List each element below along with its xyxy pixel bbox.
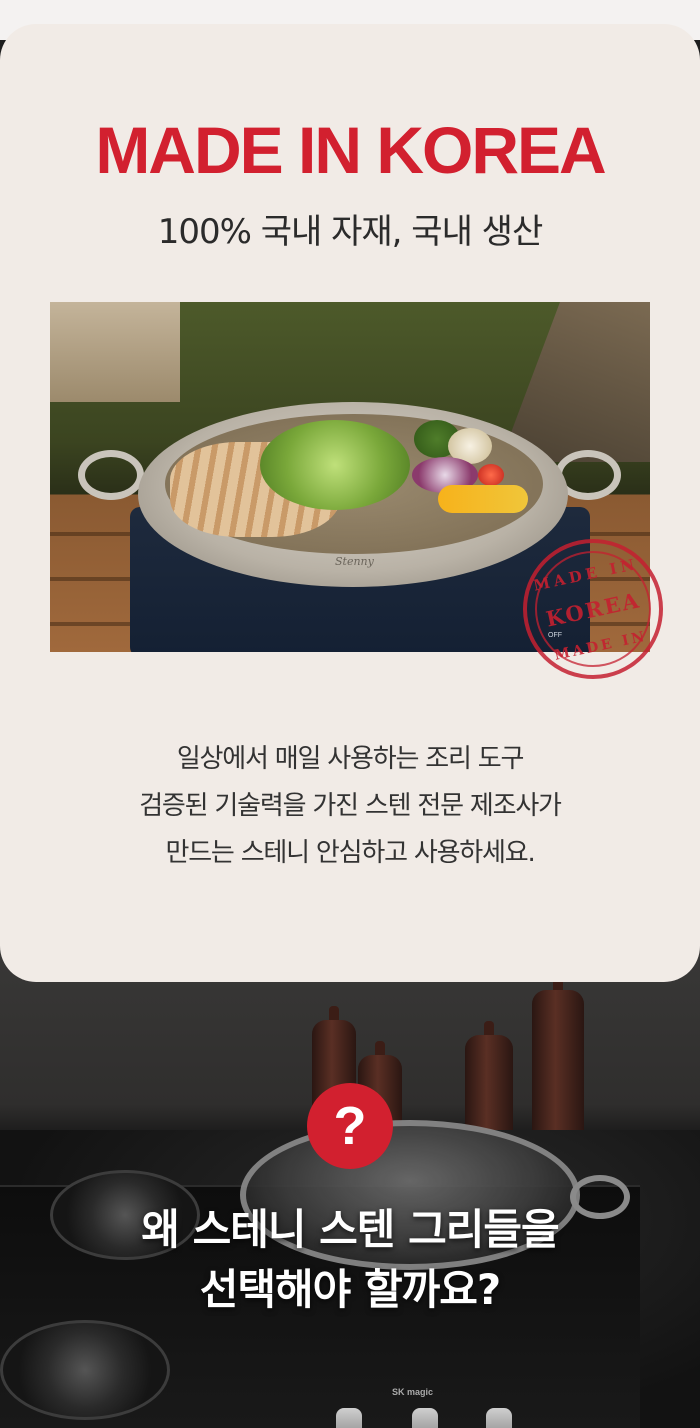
pepper-grinder [465,1035,513,1135]
question-mark-icon: ? [307,1083,393,1169]
headline: MADE IN KOREA [95,113,606,187]
gas-burner [0,1320,170,1420]
question-title: 왜 스테니 스텐 그리들을 선택해야 할까요? [0,1200,700,1320]
green-onion [260,420,410,510]
stove-knob [486,1408,512,1428]
pan-handle-left [78,450,144,500]
yellow-pepper [438,485,528,513]
camping-chair [50,302,180,402]
stove-knob [412,1408,438,1428]
stove-knob [336,1408,362,1428]
pepper-grinder [532,990,584,1140]
question-line: 왜 스테니 스텐 그리들을 [141,1205,559,1254]
stamp-bottom-text: MADE IN [553,628,649,664]
kitchen-background-image: SK magic [0,930,700,1428]
cherry-tomato [478,464,504,486]
description-line: 일상에서 매일 사용하는 조리 도구 [176,744,525,774]
pan-logo: Stenny [335,555,374,568]
question-line: 선택해야 할까요? [199,1265,501,1314]
made-in-korea-card: MADE IN KOREA 100% 국내 자재, 국내 생산 Stenny O… [0,24,700,982]
cooktop-brand: SK magic [392,1387,434,1397]
description-line: 검증된 기술력을 가진 스텐 전문 제조사가 [139,791,562,821]
description-line: 만드는 스테니 안심하고 사용하세요. [165,838,535,868]
subheadline: 100% 국내 자재, 국내 생산 [157,212,543,252]
description-text: 일상에서 매일 사용하는 조리 도구 검증된 기술력을 가진 스텐 전문 제조사… [0,736,700,877]
